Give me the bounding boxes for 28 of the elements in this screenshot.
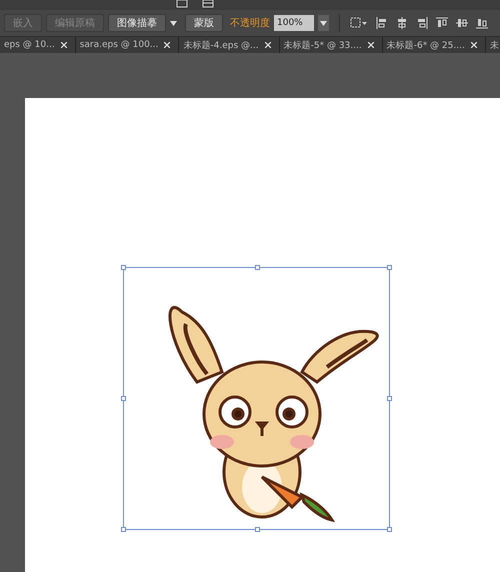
document-tab[interactable]: 未标题-5* @ 33....: [280, 37, 383, 53]
opacity-label: 不透明度: [230, 16, 270, 30]
document-tab[interactable]: 未标题-6* @ 25....: [382, 37, 486, 53]
dropdown-button[interactable]: [318, 15, 329, 31]
document-tab[interactable]: sara.eps @ 100...: [76, 37, 180, 53]
toolbar-button[interactable]: 蒙版: [185, 14, 223, 32]
align-middle-icon[interactable]: [456, 17, 468, 29]
close-icon[interactable]: [470, 42, 477, 48]
document-tab[interactable]: eps @ 10...: [0, 37, 76, 53]
document-icon[interactable]: [176, 0, 188, 8]
caret-icon[interactable]: [170, 20, 177, 26]
align-top-icon[interactable]: [436, 17, 448, 29]
close-icon[interactable]: [264, 42, 271, 48]
align-right-icon[interactable]: [416, 17, 428, 29]
document-tab[interactable]: 未: [486, 37, 500, 53]
caret-icon: [320, 20, 327, 26]
align-grid-icon[interactable]: [350, 17, 368, 29]
close-icon[interactable]: [368, 42, 374, 48]
align-left-icon[interactable]: [376, 17, 388, 29]
opacity-field[interactable]: 100%: [274, 15, 314, 31]
selection-box[interactable]: [123, 267, 390, 530]
document-tab[interactable]: 未标题-4.eps @...: [179, 37, 280, 53]
close-icon[interactable]: [60, 42, 67, 48]
align-center-icon[interactable]: [396, 17, 408, 29]
close-icon[interactable]: [164, 42, 170, 48]
window-icon[interactable]: [202, 0, 214, 8]
toolbar-button[interactable]: 图像描摹: [108, 14, 166, 32]
align-bottom-icon[interactable]: [476, 17, 488, 29]
